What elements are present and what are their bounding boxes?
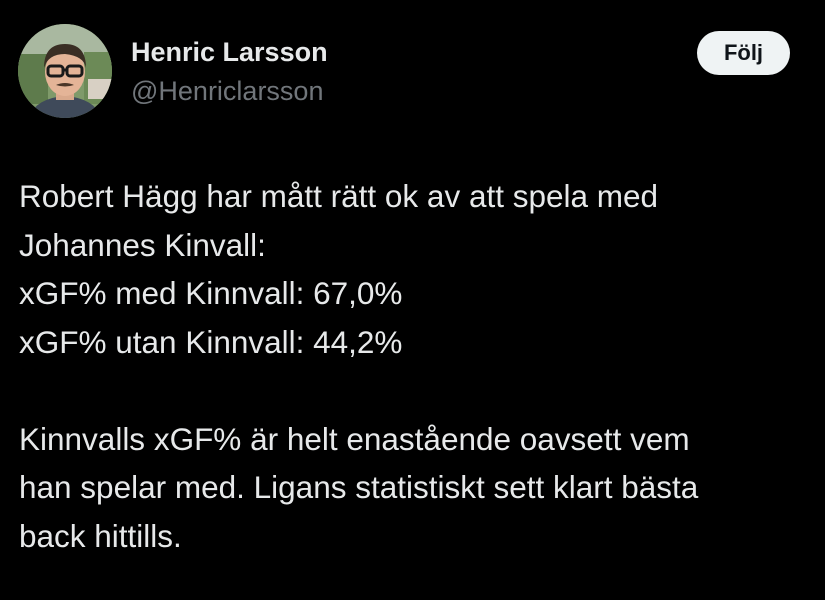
tweet-text-line: xGF% utan Kinnvall: 44,2% [19, 323, 403, 360]
tweet-text-line: back hittills. [19, 517, 182, 554]
follow-button[interactable]: Följ [697, 31, 790, 75]
tweet-card: Henric Larsson @Henriclarsson Följ Rober… [0, 0, 825, 600]
author-info: Henric Larsson @Henriclarsson [131, 36, 328, 107]
author-handle[interactable]: @Henriclarsson [131, 75, 328, 107]
author-avatar[interactable] [18, 24, 112, 118]
avatar-photo-icon [18, 24, 112, 118]
tweet-text-line: han spelar med. Ligans statistiskt sett … [19, 469, 699, 505]
tweet-text-line: Robert Hägg har mått rätt ok av att spel… [19, 178, 659, 214]
tweet-text-line: Johannes Kinvall: [19, 226, 266, 263]
author-display-name[interactable]: Henric Larsson [131, 36, 328, 68]
tweet-text-line: Kinnvalls xGF% är helt enastående oavset… [19, 420, 690, 457]
tweet-text: Robert Hägg har mått rätt ok av att spel… [19, 172, 809, 560]
tweet-text-line: xGF% med Kinnvall: 67,0% [19, 275, 403, 311]
